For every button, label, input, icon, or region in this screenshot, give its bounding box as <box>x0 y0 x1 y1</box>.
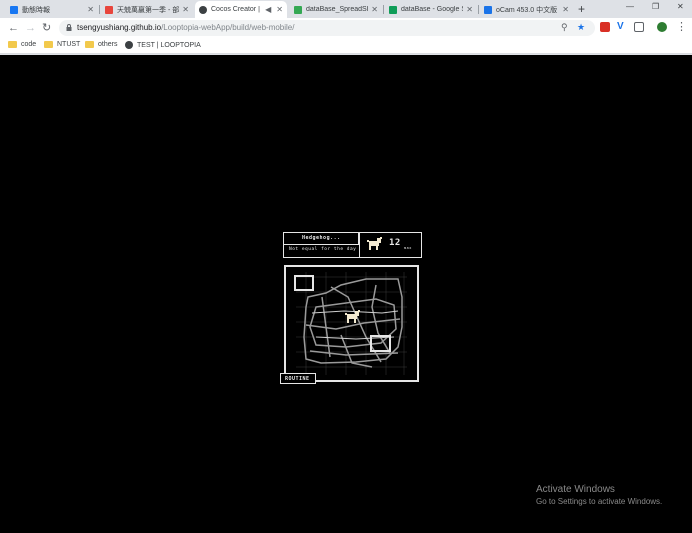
tab-news[interactable]: 天兢萬嬴第一季 - 部 ✕ <box>101 1 193 18</box>
bookmark-label: code <box>21 41 37 48</box>
lock-icon <box>66 24 72 31</box>
count-value: 12 <box>389 238 401 248</box>
reload-button[interactable]: ↻ <box>42 21 51 35</box>
routine-label: ROUTINE <box>285 376 310 382</box>
tab-strip: 動態時報 ✕ 天兢萬嬴第一季 - 部 ✕ Cocos Creator | ◀ ✕… <box>0 0 692 18</box>
tab-google-sheets[interactable]: dataBase - Google S ✕ <box>385 1 477 18</box>
forward-button[interactable]: → <box>25 21 36 35</box>
restore-icon[interactable]: ❐ <box>652 2 659 11</box>
url-path: /Looptopia-webApp/build/web-mobile/ <box>161 23 295 32</box>
tab-title: dataBase - Google S <box>401 6 464 13</box>
folder-icon <box>85 41 94 48</box>
toolbar: ← → ↻ tsengyushiang.github.io/Looptopia-… <box>0 18 692 38</box>
activate-windows-watermark: Activate Windows Go to Settings to activ… <box>536 484 662 506</box>
bookmark-star-icon[interactable]: ★ <box>577 22 585 33</box>
start-marker[interactable] <box>294 275 314 291</box>
screen-extension-icon[interactable] <box>634 22 644 32</box>
tab-title: 動態時報 <box>22 6 50 14</box>
drive-icon <box>294 5 302 14</box>
avatar[interactable] <box>657 22 667 32</box>
new-tab-button[interactable]: + <box>578 2 585 16</box>
shield-extension-icon[interactable] <box>600 22 610 32</box>
site-icon <box>105 5 113 14</box>
tab-cocos-creator[interactable]: Cocos Creator | ◀ ✕ <box>195 1 287 18</box>
bookmark-label: NTUST <box>57 41 81 48</box>
url-host: tsengyushiang.github.io <box>77 23 162 32</box>
tab-title: 天兢萬嬴第一季 - 部 <box>117 6 180 14</box>
bookmark-others[interactable]: others <box>85 41 117 48</box>
close-window-icon[interactable]: ✕ <box>677 2 684 11</box>
bookmark-label: TEST | LOOPTOPIA <box>137 41 201 49</box>
v-extension-icon[interactable]: V <box>617 22 627 32</box>
tab-title: dataBase_SpreadShe <box>306 6 369 13</box>
status-title: Hedgehog... <box>302 235 341 241</box>
tab-title: oCam 453.0 中文版 <box>496 6 558 14</box>
tab-ocam[interactable]: oCam 453.0 中文版 ✕ <box>480 1 573 18</box>
count-unit: max <box>404 246 412 250</box>
close-icon[interactable]: ✕ <box>371 5 378 14</box>
globe-icon <box>199 5 207 14</box>
menu-icon[interactable]: ⋮ <box>676 20 687 34</box>
bookmark-code[interactable]: code <box>8 41 36 48</box>
close-icon[interactable]: ✕ <box>466 5 473 14</box>
bookmark-test-looptopia[interactable]: TEST | LOOPTOPIA <box>125 41 201 49</box>
close-icon[interactable]: ✕ <box>276 5 283 14</box>
minimize-icon[interactable]: — <box>626 2 634 11</box>
back-button[interactable]: ← <box>8 21 19 35</box>
creature-icon <box>367 237 382 250</box>
bookmarks-bar: code NTUST others TEST | LOOPTOPIA <box>0 38 692 54</box>
tab-title: Cocos Creator | <box>211 6 260 13</box>
speaker-icon[interactable]: ◀ <box>265 5 271 14</box>
watermark-title: Activate Windows <box>536 484 615 495</box>
sheets-icon <box>389 5 397 14</box>
bookmark-label: others <box>98 41 118 48</box>
bookmark-ntust[interactable]: NTUST <box>44 41 80 48</box>
game-canvas[interactable]: Hedgehog... Not equal for the day 12 max <box>0 55 692 533</box>
tab-drive-database[interactable]: dataBase_SpreadShe ✕ <box>290 1 382 18</box>
globe-icon <box>125 41 133 49</box>
browser-chrome: 動態時報 ✕ 天兢萬嬴第一季 - 部 ✕ Cocos Creator | ◀ ✕… <box>0 0 692 55</box>
close-icon[interactable]: ✕ <box>182 5 189 14</box>
facebook-icon <box>10 5 18 14</box>
zoom-icon[interactable]: ⚲ <box>561 22 568 33</box>
folder-icon <box>44 41 53 48</box>
close-icon[interactable]: ✕ <box>87 5 94 14</box>
status-subtitle: Not equal for the day <box>289 247 357 252</box>
address-bar[interactable]: tsengyushiang.github.io/Looptopia-webApp… <box>59 20 595 36</box>
close-icon[interactable]: ✕ <box>562 5 569 14</box>
tab-facebook[interactable]: 動態時報 ✕ <box>6 1 98 18</box>
url-text[interactable]: tsengyushiang.github.io/Looptopia-webApp… <box>77 23 294 32</box>
target-marker[interactable] <box>370 335 391 352</box>
folder-icon <box>8 41 17 48</box>
ocam-icon <box>484 5 492 14</box>
routine-button[interactable]: ROUTINE <box>280 373 316 384</box>
watermark-subtitle: Go to Settings to activate Windows. <box>536 497 663 506</box>
